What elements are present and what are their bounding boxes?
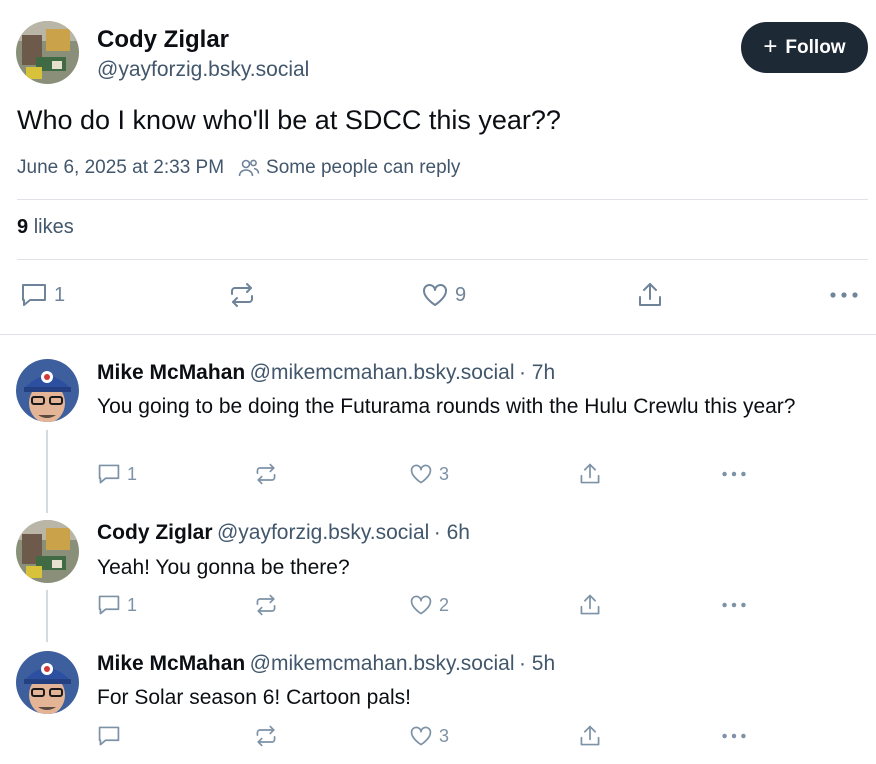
reply-text: Yeah! You gonna be there? bbox=[97, 556, 350, 579]
reply-button[interactable]: 1 bbox=[20, 281, 65, 309]
reply-text: For Solar season 6! Cartoon pals! bbox=[97, 686, 411, 709]
share-upload-icon bbox=[580, 594, 600, 615]
ellipsis-icon bbox=[722, 733, 746, 739]
like-count: 9 bbox=[455, 283, 467, 306]
likes-summary[interactable]: 9 likes bbox=[17, 216, 74, 239]
reply-avatar[interactable] bbox=[16, 520, 79, 583]
repost-arrows-icon bbox=[256, 725, 276, 747]
like-count: 3 bbox=[439, 725, 450, 746]
ellipsis-icon bbox=[722, 602, 746, 608]
divider-bottom bbox=[0, 334, 876, 335]
reply-count: 1 bbox=[127, 463, 138, 484]
author-handle[interactable]: @yayforzig.bsky.social bbox=[97, 58, 309, 82]
follow-button[interactable]: + Follow bbox=[741, 22, 868, 73]
thread-line bbox=[46, 590, 48, 642]
post-text: Who do I know who'll be at SDCC this yea… bbox=[17, 105, 561, 135]
share-upload-icon bbox=[639, 283, 661, 306]
like-button[interactable]: 2 bbox=[409, 593, 449, 617]
like-button[interactable]: 3 bbox=[409, 462, 449, 486]
heart-icon bbox=[423, 284, 447, 306]
more-options-button[interactable] bbox=[828, 281, 860, 309]
reply-author-handle[interactable]: @mikemcmahan.bsky.social bbox=[250, 652, 515, 675]
reply-header: Mike McMahan @mikemcmahan.bsky.social · … bbox=[97, 652, 555, 676]
reply-author-handle[interactable]: @mikemcmahan.bsky.social bbox=[250, 361, 515, 384]
reply-setting-label: Some people can reply bbox=[266, 157, 461, 178]
likes-label: likes bbox=[33, 216, 74, 238]
like-button[interactable]: 3 bbox=[409, 724, 449, 748]
share-button[interactable] bbox=[578, 593, 602, 617]
speech-bubble-icon bbox=[98, 726, 120, 746]
reply-button[interactable]: 1 bbox=[97, 462, 137, 486]
reply-time[interactable]: · 6h bbox=[434, 521, 470, 544]
reply-author-name[interactable]: Cody Ziglar bbox=[97, 521, 213, 544]
more-options-button[interactable] bbox=[720, 724, 748, 748]
like-button[interactable]: 9 bbox=[421, 281, 466, 309]
repost-button[interactable] bbox=[254, 462, 278, 486]
plus-icon: + bbox=[763, 32, 778, 60]
reply-time[interactable]: · 5h bbox=[519, 652, 555, 675]
reply-setting[interactable]: Some people can reply bbox=[238, 157, 460, 179]
reply-author-handle[interactable]: @yayforzig.bsky.social bbox=[217, 521, 429, 544]
more-options-button[interactable] bbox=[720, 462, 748, 486]
more-options-button[interactable] bbox=[720, 593, 748, 617]
speech-bubble-icon bbox=[98, 464, 120, 484]
reply-header: Mike McMahan @mikemcmahan.bsky.social · … bbox=[97, 361, 555, 385]
share-upload-icon bbox=[580, 725, 600, 746]
reply-time[interactable]: · 7h bbox=[519, 361, 555, 384]
divider-middle bbox=[17, 259, 868, 260]
reply-text: You going to be doing the Futurama round… bbox=[97, 395, 796, 418]
repost-button[interactable] bbox=[228, 281, 256, 309]
heart-icon bbox=[410, 595, 432, 615]
divider-top bbox=[17, 199, 868, 200]
likes-count: 9 bbox=[17, 216, 29, 238]
reply-count: 1 bbox=[54, 283, 66, 306]
ellipsis-icon bbox=[830, 292, 858, 298]
reply-count: 1 bbox=[127, 594, 138, 615]
repost-arrows-icon bbox=[256, 594, 276, 616]
follow-label: Follow bbox=[785, 36, 846, 58]
share-upload-icon bbox=[580, 463, 600, 484]
reply-button[interactable]: 1 bbox=[97, 593, 137, 617]
post-timestamp[interactable]: June 6, 2025 at 2:33 PM bbox=[17, 157, 224, 179]
like-count: 2 bbox=[439, 594, 450, 615]
reply-avatar[interactable] bbox=[16, 651, 79, 714]
reply-header: Cody Ziglar @yayforzig.bsky.social · 6h bbox=[97, 521, 470, 545]
repost-arrows-icon bbox=[231, 283, 253, 307]
repost-button[interactable] bbox=[254, 593, 278, 617]
repost-arrows-icon bbox=[256, 463, 276, 485]
speech-bubble-icon bbox=[98, 595, 120, 615]
share-button[interactable] bbox=[578, 724, 602, 748]
reply-button[interactable] bbox=[97, 724, 127, 748]
heart-icon bbox=[410, 464, 432, 484]
post-meta: June 6, 2025 at 2:33 PM Some people can … bbox=[17, 157, 460, 179]
like-count: 3 bbox=[439, 463, 450, 484]
ellipsis-icon bbox=[722, 471, 746, 477]
reply-avatar[interactable] bbox=[16, 359, 79, 422]
repost-button[interactable] bbox=[254, 724, 278, 748]
reply-author-name[interactable]: Mike McMahan bbox=[97, 361, 245, 384]
reply-author-name[interactable]: Mike McMahan bbox=[97, 652, 245, 675]
speech-bubble-icon bbox=[22, 284, 46, 306]
author-name[interactable]: Cody Ziglar bbox=[97, 26, 229, 54]
share-button[interactable] bbox=[636, 281, 664, 309]
author-avatar[interactable] bbox=[16, 21, 79, 84]
heart-icon bbox=[410, 726, 432, 746]
thread-line bbox=[46, 430, 48, 513]
share-button[interactable] bbox=[578, 462, 602, 486]
people-icon bbox=[238, 159, 260, 177]
